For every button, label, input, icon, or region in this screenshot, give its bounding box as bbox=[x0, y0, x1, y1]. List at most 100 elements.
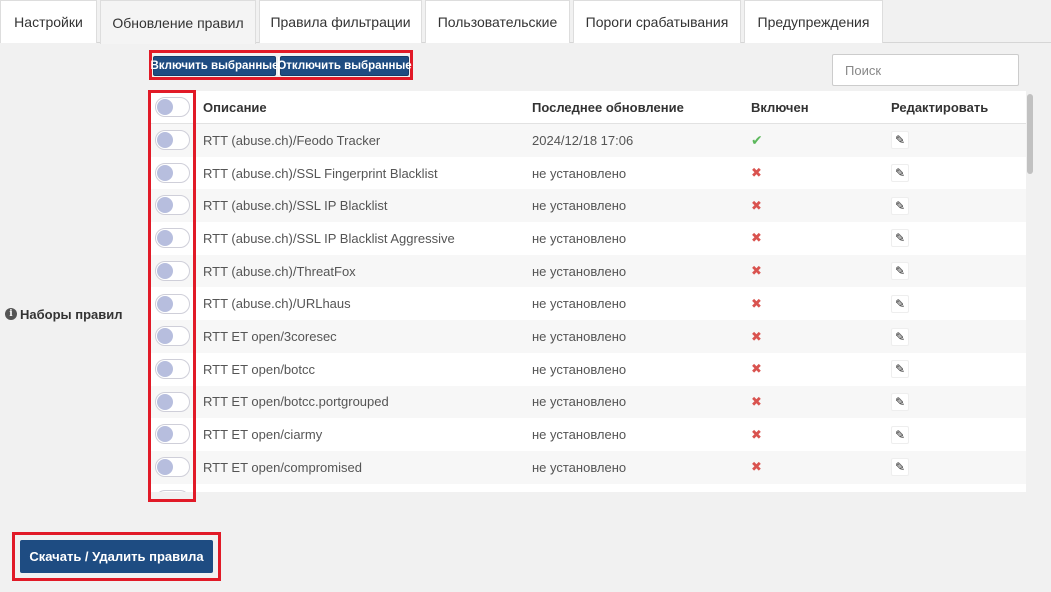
ruleset-description: RTT ET open/compromised bbox=[203, 459, 362, 475]
pencil-icon[interactable]: ✎ bbox=[891, 294, 909, 313]
ruleset-description: RTT (abuse.ch)/SSL IP Blacklist bbox=[203, 198, 388, 214]
table-row: RTT ET open/botcc.portgrouped не установ… bbox=[150, 385, 1026, 419]
tab-alerts[interactable]: Предупреждения bbox=[744, 0, 883, 43]
ruleset-enabled-status: ✖ bbox=[751, 320, 762, 353]
table-row: RTT (abuse.ch)/URLhaus не установлено ✖ … bbox=[150, 287, 1026, 321]
ruleset-enabled-status: ✖ bbox=[751, 386, 762, 419]
tab-settings[interactable]: Настройки bbox=[0, 0, 97, 43]
column-header-enabled[interactable]: Включен bbox=[751, 91, 809, 124]
row-select-toggle[interactable] bbox=[155, 130, 190, 150]
row-select-toggle[interactable] bbox=[155, 424, 190, 445]
disable-selected-button[interactable]: Отключить выбранные bbox=[277, 56, 412, 76]
cross-icon: ✖ bbox=[751, 197, 762, 213]
ruleset-last-update: не установлено bbox=[532, 394, 627, 410]
table-scrollbar[interactable] bbox=[1026, 91, 1034, 492]
cross-icon: ✖ bbox=[751, 426, 762, 442]
tab-bar: Настройки Обновление правил Правила филь… bbox=[0, 0, 1051, 44]
download-remove-rules-button[interactable]: Скачать / Удалить правила bbox=[20, 540, 213, 573]
row-select-toggle[interactable] bbox=[155, 358, 190, 379]
pencil-icon[interactable]: ✎ bbox=[891, 196, 909, 215]
column-header-edit[interactable]: Редактировать bbox=[891, 91, 988, 124]
cross-icon: ✖ bbox=[751, 328, 762, 344]
ruleset-edit-cell: ✎ bbox=[891, 386, 909, 419]
table-row: RTT ET open/botcc не установлено ✖ ✎ bbox=[150, 352, 1026, 386]
row-select-toggle[interactable] bbox=[155, 260, 190, 281]
rulesets-table: Описание Последнее обновление Включен Ре… bbox=[150, 91, 1034, 492]
table-row bbox=[150, 483, 1026, 492]
cross-icon: ✖ bbox=[751, 361, 762, 377]
ruleset-description: RTT (abuse.ch)/URLhaus bbox=[203, 296, 351, 312]
pencil-icon[interactable]: ✎ bbox=[891, 425, 909, 444]
enable-selected-button[interactable]: Включить выбранные bbox=[150, 56, 279, 76]
pencil-icon[interactable]: ✎ bbox=[891, 262, 909, 281]
ruleset-enabled-status: ✖ bbox=[751, 353, 762, 386]
scrollbar-thumb[interactable] bbox=[1027, 94, 1033, 174]
pencil-icon[interactable]: ✎ bbox=[891, 327, 909, 346]
ruleset-edit-cell: ✎ bbox=[891, 157, 909, 190]
cross-icon: ✖ bbox=[751, 393, 762, 409]
column-header-last-update[interactable]: Последнее обновление bbox=[532, 91, 684, 124]
pencil-icon[interactable]: ✎ bbox=[891, 392, 909, 411]
row-select-toggle[interactable] bbox=[155, 489, 190, 492]
info-icon: i bbox=[5, 308, 17, 320]
ruleset-last-update: не установлено bbox=[532, 230, 627, 246]
row-select-toggle[interactable] bbox=[155, 162, 190, 183]
pencil-icon[interactable]: ✎ bbox=[891, 131, 909, 150]
tab-rule-updates[interactable]: Обновление правил bbox=[100, 0, 256, 44]
ruleset-enabled-status: ✖ bbox=[751, 288, 762, 321]
ruleset-description: RTT ET open/ciarmy bbox=[203, 427, 323, 443]
pencil-icon[interactable]: ✎ bbox=[891, 229, 909, 248]
ruleset-enabled-status: ✖ bbox=[751, 222, 762, 255]
row-select-toggle[interactable] bbox=[155, 195, 190, 216]
ruleset-edit-cell: ✎ bbox=[891, 418, 909, 451]
cross-icon: ✖ bbox=[751, 295, 762, 311]
table-row: RTT ET open/compromised не установлено ✖… bbox=[150, 451, 1026, 484]
cross-icon: ✖ bbox=[751, 230, 762, 246]
ruleset-edit-cell: ✎ bbox=[891, 222, 909, 255]
ruleset-description: RTT (abuse.ch)/Feodo Tracker bbox=[203, 132, 381, 148]
pencil-icon[interactable]: ✎ bbox=[891, 458, 909, 477]
table-row: RTT (abuse.ch)/SSL Fingerprint Blacklist… bbox=[150, 156, 1026, 190]
ruleset-edit-cell: ✎ bbox=[891, 255, 909, 288]
ruleset-last-update: не установлено bbox=[532, 198, 627, 214]
tab-thresholds[interactable]: Пороги срабатывания bbox=[573, 0, 741, 43]
row-select-toggle[interactable] bbox=[155, 391, 190, 412]
table-header: Описание Последнее обновление Включен Ре… bbox=[150, 91, 1026, 124]
ruleset-description: RTT (abuse.ch)/SSL IP Blacklist Aggressi… bbox=[203, 230, 455, 246]
pencil-icon[interactable]: ✎ bbox=[891, 164, 909, 183]
ruleset-last-update: не установлено bbox=[532, 165, 627, 181]
row-select-toggle[interactable] bbox=[155, 326, 190, 347]
ruleset-description: RTT ET open/3coresec bbox=[203, 329, 337, 345]
ruleset-last-update: не установлено bbox=[532, 427, 627, 443]
ruleset-last-update: 2024/12/18 17:06 bbox=[532, 132, 634, 148]
table-row: RTT (abuse.ch)/Feodo Tracker 2024/12/18 … bbox=[150, 124, 1026, 157]
footer: Скачать / Удалить правила bbox=[0, 518, 1051, 592]
ruleset-enabled-status: ✖ bbox=[751, 255, 762, 288]
ruleset-edit-cell: ✎ bbox=[891, 124, 909, 157]
column-header-description[interactable]: Описание bbox=[203, 91, 267, 124]
bulk-actions-highlight: Включить выбранные Отключить выбранные bbox=[149, 50, 413, 80]
table-row: RTT (abuse.ch)/SSL IP Blacklist Aggressi… bbox=[150, 222, 1026, 255]
ruleset-last-update: не установлено bbox=[532, 296, 627, 312]
check-icon: ✔ bbox=[751, 131, 763, 148]
ruleset-edit-cell: ✎ bbox=[891, 353, 909, 386]
select-all-toggle[interactable] bbox=[155, 97, 190, 117]
ruleset-description: RTT (abuse.ch)/SSL Fingerprint Blacklist bbox=[203, 165, 438, 181]
ruleset-last-update: не установлено bbox=[532, 329, 627, 345]
cross-icon: ✖ bbox=[751, 459, 762, 475]
ruleset-enabled-status: ✖ bbox=[751, 418, 762, 451]
row-select-toggle[interactable] bbox=[155, 457, 190, 477]
row-select-toggle[interactable] bbox=[155, 293, 190, 314]
pencil-icon[interactable]: ✎ bbox=[891, 360, 909, 379]
ruleset-enabled-status: ✔ bbox=[751, 124, 763, 157]
search-input[interactable] bbox=[832, 54, 1019, 86]
ruleset-last-update: не установлено bbox=[532, 263, 627, 279]
ruleset-edit-cell: ✎ bbox=[891, 451, 909, 484]
tab-custom[interactable]: Пользовательские bbox=[425, 0, 570, 43]
ruleset-enabled-status: ✖ bbox=[751, 157, 762, 190]
ruleset-description: RTT ET open/botcc bbox=[203, 361, 316, 377]
table-row: RTT ET open/ciarmy не установлено ✖ ✎ bbox=[150, 418, 1026, 451]
row-select-toggle[interactable] bbox=[155, 228, 190, 249]
ruleset-edit-cell: ✎ bbox=[891, 288, 909, 321]
tab-filter-rules[interactable]: Правила фильтрации bbox=[259, 0, 422, 43]
